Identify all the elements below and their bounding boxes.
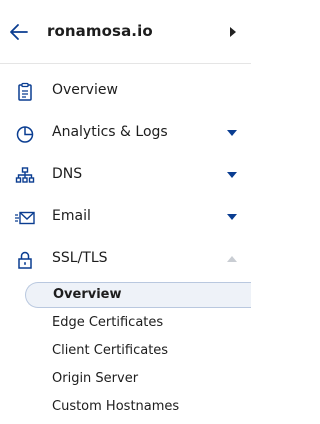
sidebar-header: ronamosa.io [0,0,251,64]
email-icon [15,211,35,225]
pie-chart-icon [16,126,34,143]
subnav-item-origin-server[interactable]: Origin Server [25,366,251,392]
sidebar-item-email[interactable]: Email [0,198,251,238]
lock-icon [18,251,32,269]
subnav-item-edge-certificates[interactable]: Edge Certificates [25,310,251,336]
clipboard-icon [18,82,32,101]
subnav-item-label: Custom Hostnames [52,399,180,414]
site-name[interactable]: ronamosa.io [47,22,153,40]
sidebar-item-label: DNS [52,166,83,182]
caret-down-icon[interactable] [227,172,237,178]
caret-down-icon[interactable] [227,214,237,220]
sidebar-item-label: Email [52,208,91,224]
subnav-item-label: Overview [53,287,122,302]
sidebar-item-ssl-tls[interactable]: SSL/TLS [0,240,251,280]
sidebar-item-label: SSL/TLS [52,250,108,266]
subnav-item-overview[interactable]: Overview [25,282,251,308]
caret-up-icon[interactable] [227,256,237,262]
subnav-item-label: Origin Server [52,371,139,386]
sidebar-item-label: Analytics & Logs [52,124,168,140]
network-icon [15,167,35,183]
caret-right-icon[interactable] [230,27,236,37]
subnav-item-custom-hostnames[interactable]: Custom Hostnames [25,394,251,420]
sidebar-item-dns[interactable]: DNS [0,156,251,196]
subnav-item-label: Edge Certificates [52,315,164,330]
sidebar-item-label: Overview [52,82,118,98]
caret-down-icon[interactable] [227,130,237,136]
sidebar-item-overview[interactable]: Overview [0,72,251,112]
subnav-item-client-certificates[interactable]: Client Certificates [25,338,251,364]
subnav-item-label: Client Certificates [52,343,169,358]
sidebar-item-analytics-logs[interactable]: Analytics & Logs [0,114,251,154]
arrow-left-icon[interactable] [9,23,29,41]
